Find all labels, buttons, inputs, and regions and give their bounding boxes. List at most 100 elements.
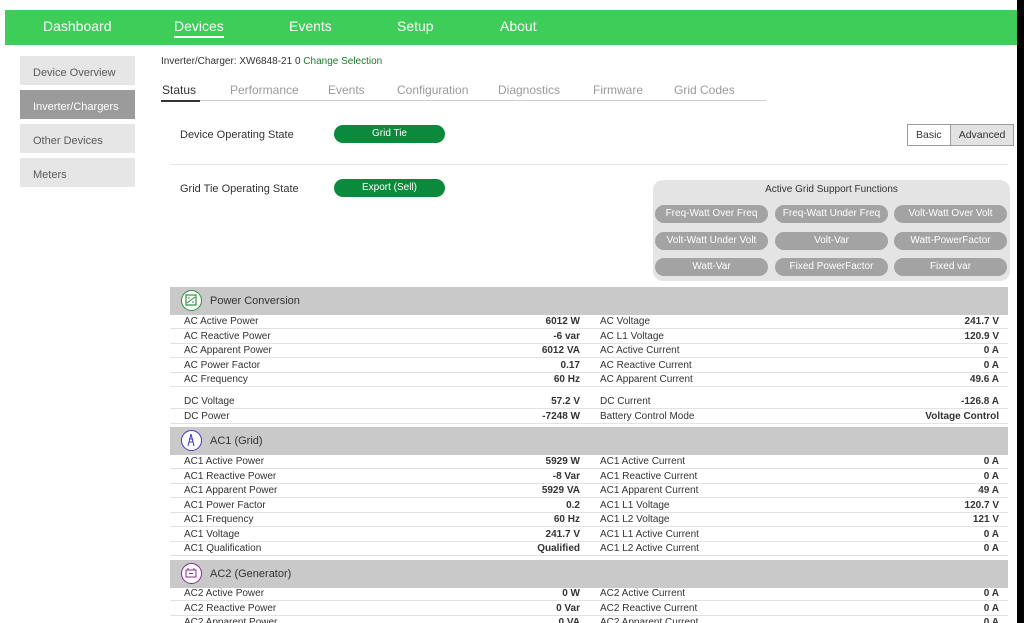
metric-value: 57.2 V [551,396,580,407]
metric-value: 49 A [978,485,999,496]
change-selection-link[interactable]: Change Selection [303,56,382,67]
metric-value: 0 Var [556,602,580,614]
section-divider [170,164,1008,165]
metric-label: AC2 Apparent Power [184,617,278,623]
grid-support-title: Active Grid Support Functions [765,184,898,195]
sidebar-item-inverter-chargers[interactable]: Inverter/Chargers [20,90,135,119]
table-row: AC Power Factor 0.17 AC Reactive Current 0 … [170,359,1008,373]
metric-value: 120.9 V [964,330,999,342]
tab-grid-codes[interactable]: Grid Codes [674,83,735,97]
active-tab-indicator [161,100,200,102]
metric-value: 0.2 [566,499,580,511]
metric-label: AC1 L1 Active Current [600,528,699,540]
metric-value: Qualified [537,543,580,554]
metric-value: 241.7 V [545,528,580,540]
nav-events[interactable]: Events [289,10,332,45]
ac1-grid-title: AC1 (Grid) [210,435,263,447]
metric-value: 120.7 V [964,499,999,511]
sidebar-item-meters[interactable]: Meters [20,158,135,187]
tab-diagnostics[interactable]: Diagnostics [498,83,560,97]
nav-setup[interactable]: Setup [397,10,434,45]
metric-label: AC1 Reactive Power [184,470,277,482]
nav-devices[interactable]: Devices [174,10,224,45]
tab-performance[interactable]: Performance [230,83,299,97]
metric-value: -6 var [553,330,580,342]
device-sidebar: Device Overview Inverter/Chargers Other … [20,56,135,192]
table-row: AC1 Voltage 241.7 V AC1 L1 Active Current 0… [170,528,1008,542]
ac1-grid-header: AC1 (Grid) [170,427,1008,455]
metric-label: AC Active Current [600,345,680,356]
table-row: AC1 Apparent Power 5929 VA AC1 Apparent Cu… [170,484,1008,498]
metric-label: AC Active Power [184,316,259,327]
metric-label: Battery Control Mode [600,410,695,422]
metric-label: AC1 L1 Voltage [600,499,670,511]
metric-value: 0 A [983,470,999,482]
ac2-generator-header: AC2 (Generator) [170,560,1008,588]
basic-view-button[interactable]: Basic [908,125,950,145]
nav-dashboard[interactable]: Dashboard [43,10,112,45]
sidebar-item-device-overview[interactable]: Device Overview [20,56,135,85]
tab-firmware[interactable]: Firmware [593,83,643,97]
window-border-left [0,0,4,623]
metric-value: 241.7 V [964,316,999,327]
table-row: AC2 Active Power 0 W AC2 Active Current 0 A [170,587,1008,601]
view-mode-toggle: Basic Advanced [907,124,1015,146]
table-row: AC Frequency 60 Hz AC Apparent Current 49.6… [170,373,1008,387]
sidebar-item-other-devices[interactable]: Other Devices [20,124,135,153]
metric-label: AC2 Apparent Current [600,617,699,623]
metric-label: AC2 Reactive Current [600,602,698,614]
metric-value: 0 A [983,345,999,356]
table-row: AC1 Reactive Power -8 Var AC1 Reactive Cur… [170,470,1008,484]
metric-value: 0 A [983,543,999,554]
metric-label: AC Apparent Current [600,374,693,385]
table-row: AC1 Active Power 5929 W AC1 Active Current… [170,455,1008,469]
metric-value: 60 Hz [553,514,580,525]
volt-var-button[interactable]: Volt-Var [775,232,888,250]
metric-label: AC1 Apparent Power [184,485,278,496]
fixed-var-button[interactable]: Fixed var [894,258,1007,276]
watt-powerfactor-button[interactable]: Watt-PowerFactor [894,232,1007,250]
metric-value: 49.6 A [969,374,999,385]
volt-watt-over-volt-button[interactable]: Volt-Watt Over Volt [894,205,1007,223]
metric-value: 6012 VA [541,345,580,356]
table-row: AC Active Power 6012 W AC Voltage 241.7 V [170,315,1008,329]
advanced-view-button[interactable]: Advanced [949,125,1014,145]
metric-value: 0 A [983,359,999,371]
tab-configuration[interactable]: Configuration [397,83,468,97]
metric-label: AC1 Active Current [600,456,686,467]
metric-value: 60 Hz [553,374,580,385]
table-row: AC2 Apparent Power 0 VA AC2 Apparent Curre… [170,616,1008,623]
metric-value: 0 A [983,456,999,467]
metric-label: AC Power Factor [184,359,261,371]
metric-label: AC Apparent Power [184,345,272,356]
tab-events[interactable]: Events [328,83,365,97]
fixed-powerfactor-button[interactable]: Fixed PowerFactor [775,258,888,276]
table-row: AC Reactive Power -6 var AC L1 Voltage 120.… [170,330,1008,344]
power-conversion-title: Power Conversion [210,295,300,307]
metric-label: AC1 Reactive Current [600,470,698,482]
watt-var-button[interactable]: Watt-Var [655,258,768,276]
power-conversion-header: Power Conversion [170,287,1008,315]
metric-label: AC1 Qualification [184,543,262,554]
metric-value: 0 A [983,528,999,540]
metric-value: -7248 W [542,410,580,422]
metric-value: 5929 VA [541,485,580,496]
metric-label: AC Reactive Power [184,330,271,342]
metric-label: AC1 L2 Voltage [600,514,670,525]
metric-label: AC1 Apparent Current [600,485,699,496]
metric-label: DC Voltage [184,396,235,407]
metric-value: 0 A [983,588,999,599]
device-operating-state-label: Device Operating State [180,129,294,141]
nav-about[interactable]: About [500,10,537,45]
tab-status[interactable]: Status [162,83,196,97]
table-row: AC2 Reactive Power 0 Var AC2 Reactive Curr… [170,602,1008,616]
volt-watt-under-volt-button[interactable]: Volt-Watt Under Volt [655,232,768,250]
metric-label: AC2 Active Power [184,588,265,599]
freq-watt-over-freq-button[interactable]: Freq-Watt Over Freq [655,205,768,223]
freq-watt-under-freq-button[interactable]: Freq-Watt Under Freq [775,205,888,223]
power-conversion-icon [181,290,202,311]
metric-value: -8 Var [552,470,580,482]
grid-tower-icon [181,430,202,451]
metric-label: AC Frequency [184,374,248,385]
metric-label: DC Current [600,396,651,407]
